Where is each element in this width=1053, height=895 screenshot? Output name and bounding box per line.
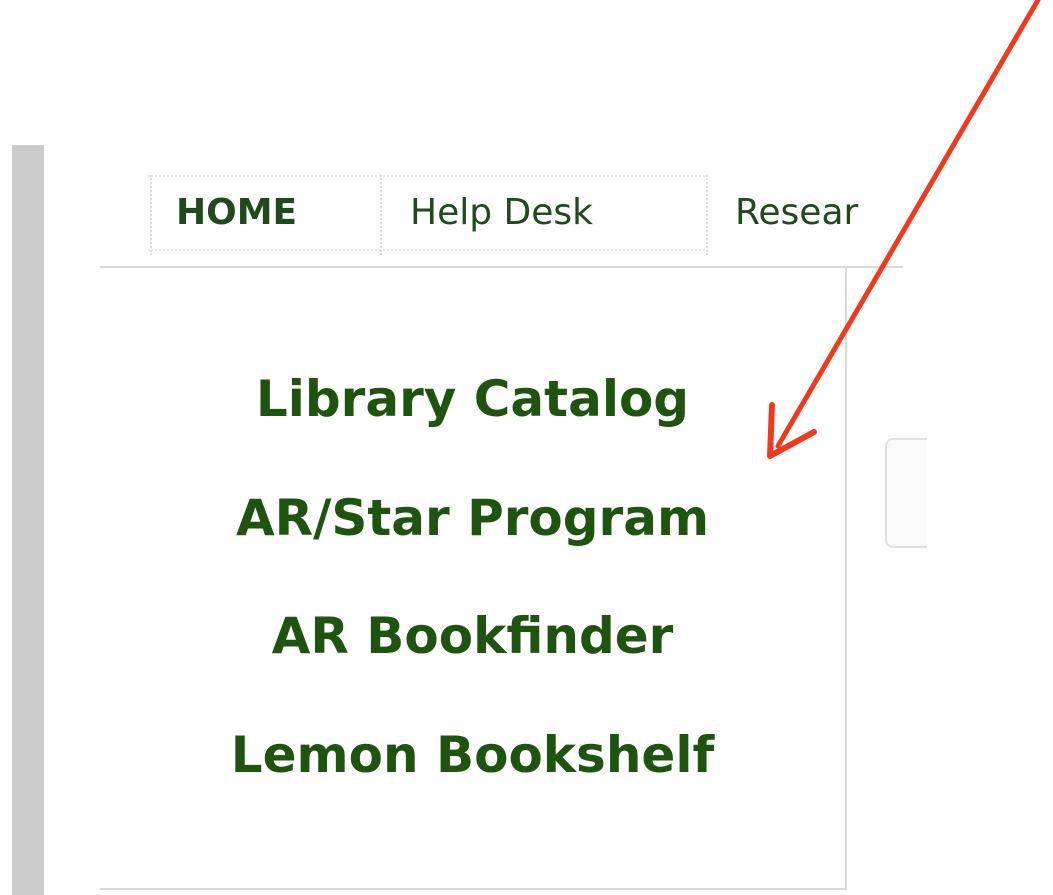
- library-catalog-link[interactable]: Library Catalog: [100, 369, 845, 429]
- page: HOME Help Desk Resear Library Catalog AR…: [0, 0, 1053, 895]
- ar-star-program-link[interactable]: AR/Star Program: [100, 488, 845, 548]
- lemon-bookshelf-link[interactable]: Lemon Bookshelf: [100, 725, 845, 785]
- nav-separator: [150, 175, 152, 255]
- side-panel-edge: [885, 438, 927, 548]
- quick-links-panel: Library Catalog AR/Star Program AR Bookf…: [100, 268, 847, 888]
- sidebar-bar: [12, 145, 44, 895]
- nav-divider-bottom: [148, 249, 708, 251]
- nav-home-link[interactable]: HOME: [176, 191, 297, 235]
- top-navigation: HOME Help Desk Resear: [148, 175, 903, 255]
- nav-divider-top: [148, 175, 708, 177]
- nav-help-desk-link[interactable]: Help Desk: [410, 191, 593, 235]
- nav-research-link[interactable]: Resear: [735, 191, 858, 235]
- nav-separator: [706, 175, 708, 255]
- content-divider-bottom: [100, 888, 847, 890]
- nav-separator: [380, 175, 382, 255]
- ar-bookfinder-link[interactable]: AR Bookfinder: [100, 606, 845, 666]
